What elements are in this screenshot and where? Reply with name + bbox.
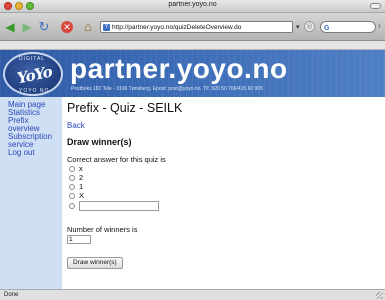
radio-button[interactable] [69,166,75,172]
radio-button[interactable] [69,193,75,199]
resize-grip-icon[interactable] [376,292,383,299]
contact-line: Postboks 182 Tele - 3106 Tønsberg. Epost… [71,86,263,92]
window-title: partner.yoyo.no [168,1,217,8]
answer-option-label: 1 [79,182,84,191]
address-bar-url: http://partner.yoyo.no/quizDeleteOvervie… [112,24,242,31]
window-title-bar: partner.yoyo.no [0,0,385,13]
winners-count-label: Number of winners is [67,225,138,234]
radio-button[interactable] [69,175,75,181]
section-title: Draw winner(s) [67,137,132,147]
google-icon: G [324,25,330,32]
answer-option-label: 2 [79,173,84,182]
search-input[interactable]: G [320,21,376,33]
answer-option[interactable]: 2 [69,174,83,182]
browser-toolbar: ◀ ▶ ↻ ✕ ⌂ Y http://partner.yoyo.no/quizD… [0,13,385,41]
sidebar-item-prefix-overview[interactable]: Prefix overview [0,117,62,133]
logo-ring-text-top: DIGITAL [19,56,46,62]
radio-button[interactable] [69,203,75,209]
stop-icon[interactable]: ✕ [60,20,74,34]
sidebar-nav: Main page Statistics Prefix overview Sub… [0,97,62,289]
sidebar-item-subscription-service[interactable]: Subscription service [0,133,62,149]
back-arrow-icon[interactable]: ◀ [2,20,18,34]
answer-option[interactable]: x [69,165,83,173]
toolbar-overflow-icon[interactable]: › [378,21,381,30]
bookmarks-bar [0,41,385,50]
answer-option-other[interactable] [69,201,159,211]
logo-text: YoYo [15,62,54,88]
logo-ring-text-bottom: YOYO NO [19,88,50,94]
site-favicon: Y [103,24,110,31]
answer-question-label: Correct answer for this quiz is [67,155,166,164]
home-icon[interactable]: ⌂ [81,20,95,34]
sidebar-item-log-out[interactable]: Log out [0,149,62,157]
other-answer-input[interactable] [79,201,159,211]
status-bar: Done [0,289,385,300]
toolbar-toggle-button[interactable] [370,3,381,9]
site-banner: DIGITAL YoYo YOYO NO partner.yoyo.no Pos… [0,50,385,97]
address-bar[interactable]: Y http://partner.yoyo.no/quizDeleteOverv… [100,21,293,33]
page-title: Prefix - Quiz - SEILK [67,101,183,115]
draw-winners-button[interactable]: Draw winner(s) [67,257,123,269]
yoyo-logo[interactable]: DIGITAL YoYo YOYO NO [3,52,63,96]
answer-option[interactable]: 1 [69,183,83,191]
answer-option-label: X [79,191,85,200]
chevron-down-icon[interactable]: ▾ [296,23,300,31]
winners-count-input[interactable]: 1 [67,235,91,244]
answer-option[interactable]: X [69,192,84,200]
answer-option-label: x [79,164,83,173]
main-content: Prefix - Quiz - SEILK Back Draw winner(s… [67,97,383,289]
back-link[interactable]: Back [67,121,85,130]
site-brand: partner.yoyo.no [70,53,288,84]
radio-button[interactable] [69,184,75,190]
go-button[interactable]: ◎ [304,21,315,32]
status-text: Done [4,292,19,298]
forward-arrow-icon[interactable]: ▶ [20,20,34,34]
reload-icon[interactable]: ↻ [37,20,51,34]
